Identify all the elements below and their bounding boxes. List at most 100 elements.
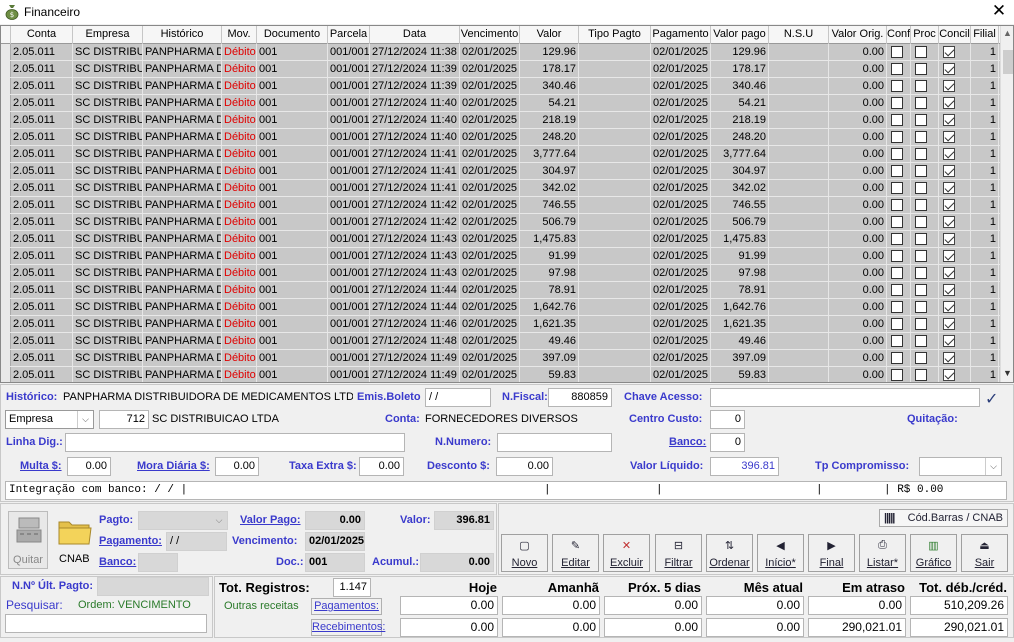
checkbox-proc[interactable] — [915, 63, 927, 75]
chave-acesso-field[interactable] — [710, 388, 980, 407]
checkbox-proc[interactable] — [915, 114, 927, 126]
table-row[interactable]: 2.05.011SC DISTRIBUICPANPHARMA DDébito00… — [1, 146, 1001, 163]
column-header-proc[interactable]: Proc — [911, 26, 939, 44]
checkbox-conf[interactable] — [891, 301, 903, 313]
pagamentos-button[interactable]: Pagamentos: — [311, 598, 382, 615]
listar-button[interactable]: ⎙ Listar* — [859, 534, 906, 572]
column-header-valor[interactable]: Valor — [520, 26, 579, 44]
checkbox-concil[interactable] — [943, 267, 955, 279]
row-indicator[interactable] — [1, 129, 11, 145]
nnumero-field[interactable] — [497, 433, 612, 452]
recebimentos-button[interactable]: Recebimentos: — [311, 619, 385, 636]
checkbox-proc[interactable] — [915, 216, 927, 228]
table-row[interactable]: 2.05.011SC DISTRIBUICPANPHARMA DDébito00… — [1, 78, 1001, 95]
table-row[interactable]: 2.05.011SC DISTRIBUICPANPHARMA DDébito00… — [1, 316, 1001, 333]
checkbox-proc[interactable] — [915, 131, 927, 143]
checkbox-conf[interactable] — [891, 284, 903, 296]
chevron-down-icon[interactable]: ⌵ — [985, 458, 1001, 475]
checkbox-concil[interactable] — [943, 182, 955, 194]
checkbox-proc[interactable] — [915, 267, 927, 279]
checkbox-concil[interactable] — [943, 250, 955, 262]
row-indicator[interactable] — [1, 214, 11, 230]
column-header-historico[interactable]: Histórico — [143, 26, 222, 44]
incio-button[interactable]: ◀ Início* — [757, 534, 804, 572]
table-row[interactable]: 2.05.011SC DISTRIBUICPANPHARMA DDébito00… — [1, 282, 1001, 299]
checkbox-concil[interactable] — [943, 369, 955, 381]
column-header-empresa[interactable]: Empresa — [73, 26, 143, 44]
column-header-concil[interactable]: Concil — [939, 26, 971, 44]
checkbox-proc[interactable] — [915, 318, 927, 330]
checkbox-conf[interactable] — [891, 318, 903, 330]
table-row[interactable]: 2.05.011SC DISTRIBUICPANPHARMA DDébito00… — [1, 248, 1001, 265]
column-header-conf[interactable]: Conf — [887, 26, 911, 44]
column-header-doc[interactable]: Documento — [257, 26, 328, 44]
row-indicator[interactable] — [1, 248, 11, 264]
desconto-field[interactable]: 0.00 — [496, 457, 553, 476]
checkbox-proc[interactable] — [915, 369, 927, 381]
tp-compromisso-select[interactable]: ⌵ — [919, 457, 1002, 476]
checkbox-conf[interactable] — [891, 250, 903, 262]
row-indicator[interactable] — [1, 333, 11, 349]
empresa-code-field[interactable]: 712 — [99, 410, 149, 429]
chevron-down-icon[interactable]: ⌵ — [77, 411, 93, 428]
row-indicator[interactable] — [1, 299, 11, 315]
checkbox-proc[interactable] — [915, 182, 927, 194]
ordenar-button[interactable]: ⇅ Ordenar — [706, 534, 753, 572]
checkbox-concil[interactable] — [943, 284, 955, 296]
nfiscal-field[interactable]: 880859 — [548, 388, 612, 407]
checkbox-concil[interactable] — [943, 233, 955, 245]
checkbox-conf[interactable] — [891, 63, 903, 75]
checkbox-proc[interactable] — [915, 46, 927, 58]
table-row[interactable]: 2.05.011SC DISTRIBUICPANPHARMA DDébito00… — [1, 197, 1001, 214]
quitar-button[interactable]: Quitar — [8, 511, 48, 569]
row-indicator[interactable] — [1, 112, 11, 128]
checkbox-concil[interactable] — [943, 199, 955, 211]
checkbox-proc[interactable] — [915, 199, 927, 211]
table-row[interactable]: 2.05.011SC DISTRIBUICPANPHARMA DDébito00… — [1, 367, 1001, 382]
row-indicator[interactable] — [1, 180, 11, 196]
scroll-down-icon[interactable]: ▼ — [1003, 368, 1012, 378]
checkbox-conf[interactable] — [891, 80, 903, 92]
valor-pago-field[interactable]: 0.00 — [305, 511, 365, 530]
checkbox-conf[interactable] — [891, 131, 903, 143]
column-header-mov[interactable]: Mov. — [222, 26, 257, 44]
checkbox-concil[interactable] — [943, 335, 955, 347]
folder-icon[interactable] — [57, 516, 93, 546]
checkbox-concil[interactable] — [943, 46, 955, 58]
checkbox-concil[interactable] — [943, 216, 955, 228]
checkbox-conf[interactable] — [891, 114, 903, 126]
taxa-extra-field[interactable]: 0.00 — [359, 457, 404, 476]
row-indicator[interactable] — [1, 61, 11, 77]
centro-custo-field[interactable]: 0 — [710, 410, 745, 429]
column-header-conta[interactable]: Conta — [11, 26, 73, 44]
row-indicator[interactable] — [1, 265, 11, 281]
checkbox-proc[interactable] — [915, 250, 927, 262]
column-header-tipo[interactable]: Tipo Pagto — [579, 26, 651, 44]
checkbox-concil[interactable] — [943, 114, 955, 126]
checkbox-conf[interactable] — [891, 165, 903, 177]
scroll-thumb[interactable] — [1003, 50, 1013, 74]
scroll-up-icon[interactable]: ▲ — [1003, 28, 1012, 38]
checkbox-conf[interactable] — [891, 352, 903, 364]
checkbox-proc[interactable] — [915, 352, 927, 364]
linha-dig-field[interactable] — [65, 433, 405, 452]
row-indicator[interactable] — [1, 163, 11, 179]
row-indicator[interactable] — [1, 367, 11, 382]
mora-field[interactable]: 0.00 — [215, 457, 259, 476]
sair-button[interactable]: ⏏ Sair — [961, 534, 1008, 572]
column-header-orig[interactable]: Valor Orig. — [829, 26, 887, 44]
checkbox-concil[interactable] — [943, 148, 955, 160]
empresa-select[interactable]: Empresa ⌵ — [5, 410, 94, 429]
vertical-scrollbar[interactable]: ▲ ▼ — [1000, 26, 1013, 382]
table-row[interactable]: 2.05.011SC DISTRIBUICPANPHARMA DDébito00… — [1, 95, 1001, 112]
row-indicator[interactable] — [1, 350, 11, 366]
checkbox-conf[interactable] — [891, 199, 903, 211]
checkbox-proc[interactable] — [915, 233, 927, 245]
checkbox-concil[interactable] — [943, 97, 955, 109]
table-row[interactable]: 2.05.011SC DISTRIBUICPANPHARMA DDébito00… — [1, 112, 1001, 129]
valor-liquido-field[interactable]: 396.81 — [710, 457, 779, 476]
table-row[interactable]: 2.05.011SC DISTRIBUICPANPHARMA DDébito00… — [1, 180, 1001, 197]
column-header-filial[interactable]: Filial — [971, 26, 999, 44]
table-row[interactable]: 2.05.011SC DISTRIBUICPANPHARMA DDébito00… — [1, 350, 1001, 367]
column-header-data[interactable]: Data — [370, 26, 460, 44]
